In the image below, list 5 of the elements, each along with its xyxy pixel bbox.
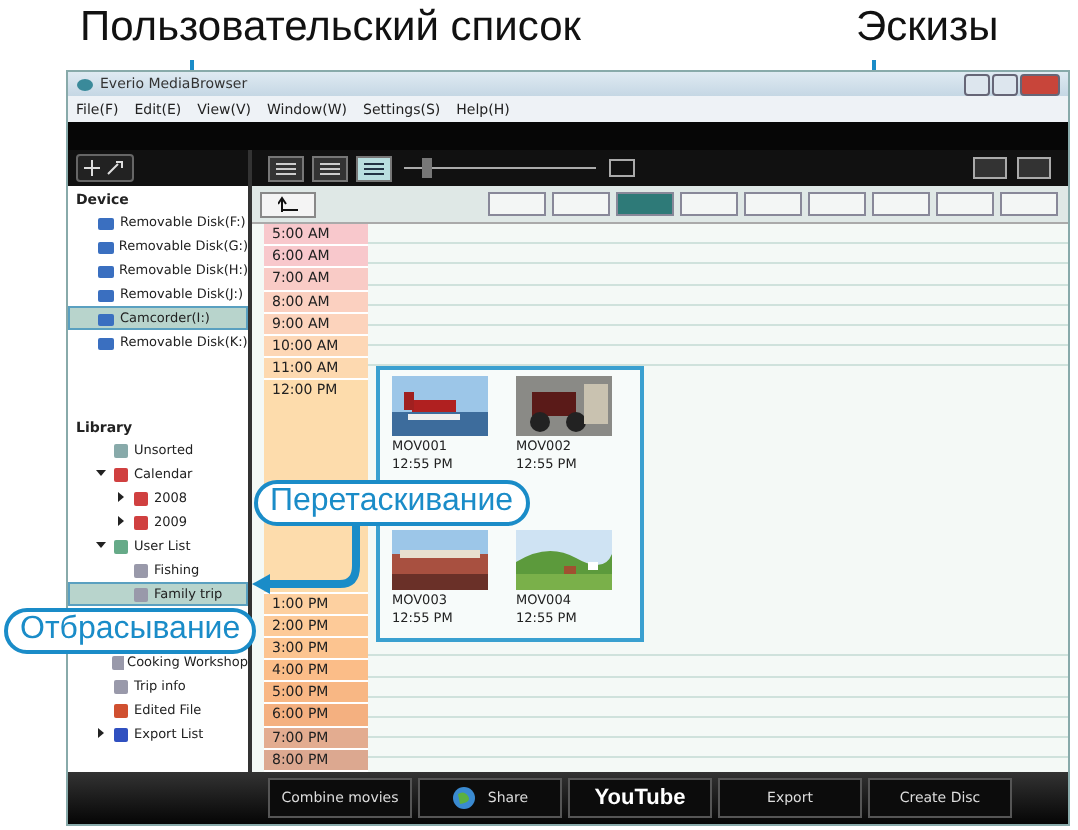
callout-label: Эскизы [856, 4, 999, 52]
callout-tooltip: Перетаскивание [254, 480, 530, 526]
callout-label: Пользовательский список [80, 4, 581, 52]
youtube-button[interactable]: YouTube [568, 778, 712, 818]
callout-tooltip: Отбрасывание [4, 608, 257, 654]
